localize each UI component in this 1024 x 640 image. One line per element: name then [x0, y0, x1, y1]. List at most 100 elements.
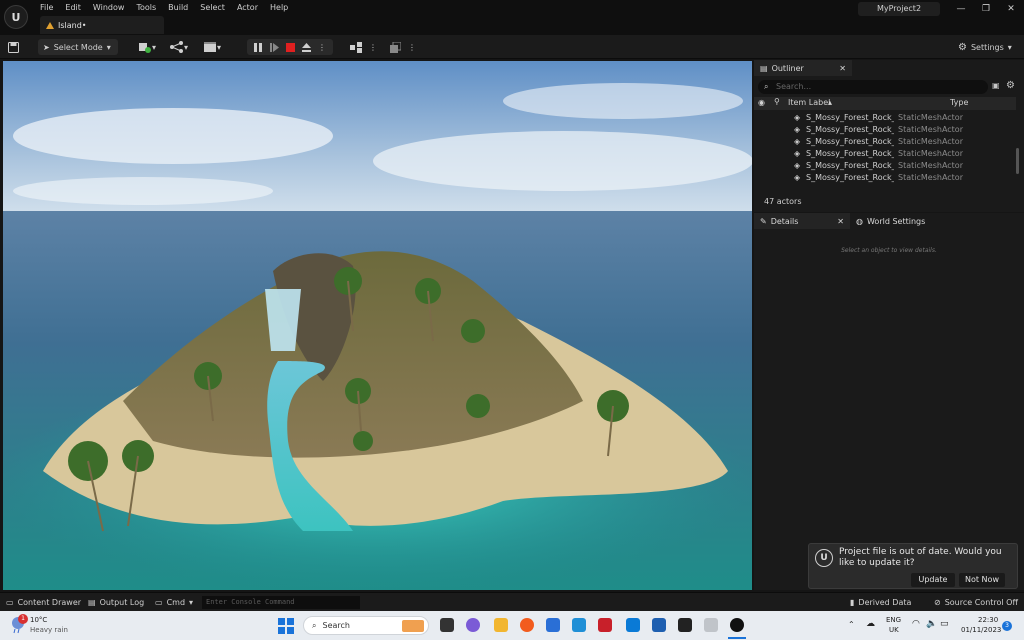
- wifi-icon[interactable]: ◠: [912, 619, 920, 629]
- table-row[interactable]: ◈S_Mossy_Forest_Rock_wd3efd1_lod3StaticM…: [754, 112, 1016, 124]
- select-mode-dropdown[interactable]: ➤ Select Mode ▾: [38, 39, 118, 55]
- console-command-input[interactable]: Enter Console Command: [202, 596, 360, 609]
- task-view-icon[interactable]: [440, 618, 454, 632]
- language-code[interactable]: ENG: [886, 616, 901, 624]
- static-mesh-icon: ◈: [794, 173, 801, 182]
- menu-build[interactable]: Build: [162, 2, 194, 14]
- static-mesh-icon: ◈: [794, 161, 801, 170]
- snipping-tool-icon[interactable]: [704, 618, 718, 632]
- cmd-dropdown[interactable]: ▭ Cmd ▾: [155, 596, 193, 609]
- monitor-app-icon[interactable]: [652, 618, 666, 632]
- stop-icon[interactable]: [285, 42, 295, 52]
- menu-select[interactable]: Select: [194, 2, 231, 14]
- gear-icon: ⚙: [958, 41, 967, 53]
- search-icon: ⌕: [764, 82, 769, 91]
- cortana-app-icon[interactable]: [626, 618, 640, 632]
- table-row[interactable]: ◈S_Mossy_Forest_Rock_wd3efd1_lod3StaticM…: [754, 172, 1016, 184]
- settings-button[interactable]: ⚙ Settings ▾: [958, 39, 1012, 55]
- menu-edit[interactable]: Edit: [59, 2, 87, 14]
- notification-badge[interactable]: 3: [1002, 621, 1012, 631]
- tab-outliner[interactable]: ▤ Outliner ✕: [754, 60, 852, 76]
- cinematics-button[interactable]: ▾: [203, 39, 225, 55]
- cloud-icon[interactable]: ☁: [866, 619, 875, 629]
- tab-world-settings[interactable]: ◍ World Settings: [850, 213, 950, 229]
- level-tab[interactable]: Island•: [40, 16, 164, 34]
- mcafee-icon[interactable]: [598, 618, 612, 632]
- save-icon[interactable]: [8, 39, 22, 55]
- chevron-down-icon: ▾: [1007, 42, 1012, 52]
- derived-data-icon: ▮: [850, 598, 855, 607]
- pin-icon[interactable]: ⚲: [774, 97, 780, 106]
- more-options-icon[interactable]: ⋮: [369, 39, 377, 55]
- outliner-scrollbar[interactable]: [1016, 148, 1019, 174]
- windows-start-icon[interactable]: [278, 618, 294, 634]
- details-hint: Select an object to view details.: [841, 247, 937, 254]
- static-mesh-icon: ◈: [794, 137, 801, 146]
- taskbar-search-label: Search: [322, 621, 350, 630]
- battery-icon[interactable]: ▭: [940, 619, 949, 629]
- details-panel: ✎ Details ✕ ◍ World Settings Select an o…: [754, 213, 1024, 590]
- file-explorer-icon[interactable]: [494, 618, 508, 632]
- close-icon[interactable]: ✕: [1000, 2, 1022, 16]
- tab-details[interactable]: ✎ Details ✕: [754, 213, 850, 229]
- outliner-tab-label: Outliner: [771, 63, 804, 73]
- menu-help[interactable]: Help: [264, 2, 294, 14]
- weather-description: Heavy rain: [30, 626, 68, 634]
- add-content-button[interactable]: ▾: [138, 39, 160, 55]
- clock-date[interactable]: 01/11/2023: [961, 626, 1001, 634]
- step-forward-icon[interactable]: [269, 42, 279, 52]
- language-region[interactable]: UK: [889, 626, 899, 634]
- content-drawer-button[interactable]: ▭ Content Drawer: [6, 596, 81, 609]
- table-row[interactable]: ◈S_Mossy_Forest_Rock_wd3efd1_lod3StaticM…: [754, 136, 1016, 148]
- teams-chat-icon[interactable]: [466, 618, 480, 632]
- l-app-icon[interactable]: [572, 618, 586, 632]
- sequencer-icon[interactable]: [390, 39, 404, 55]
- add-folder-icon[interactable]: ▣: [992, 81, 1000, 90]
- table-row[interactable]: ◈S_Mossy_Forest_Rock_wd3efd1_lod3StaticM…: [754, 148, 1016, 160]
- chevron-down-icon: ▾: [189, 598, 194, 607]
- menu-tools[interactable]: Tools: [130, 2, 162, 14]
- table-row[interactable]: ◈S_Mossy_Forest_Rock_wd3efd1_lod3StaticM…: [754, 160, 1016, 172]
- unreal-editor-taskbar-icon[interactable]: [730, 618, 744, 632]
- more-options-icon[interactable]: ⋮: [317, 42, 327, 52]
- update-button[interactable]: Update: [911, 573, 955, 587]
- clock-time[interactable]: 22:30: [978, 616, 998, 624]
- maximize-icon[interactable]: ❐: [975, 2, 997, 16]
- output-log-button[interactable]: ▤ Output Log: [88, 596, 144, 609]
- close-icon[interactable]: ✕: [837, 217, 844, 226]
- search-icon: ⌕: [312, 620, 317, 630]
- column-type[interactable]: Type: [950, 98, 968, 107]
- microsoft-store-icon[interactable]: [546, 618, 560, 632]
- pause-icon[interactable]: [253, 42, 263, 52]
- firefox-icon[interactable]: [520, 618, 534, 632]
- menu-window[interactable]: Window: [87, 2, 131, 14]
- not-now-button[interactable]: Not Now: [959, 573, 1005, 587]
- table-row[interactable]: ◈S_Mossy_Forest_Rock_wd3efd1_lod3StaticM…: [754, 124, 1016, 136]
- menu-actor[interactable]: Actor: [231, 2, 264, 14]
- level-viewport[interactable]: [3, 61, 752, 590]
- minimize-icon[interactable]: —: [950, 2, 972, 16]
- update-notification: U Project file is out of date. Would you…: [808, 543, 1018, 589]
- static-mesh-icon: ◈: [794, 149, 801, 158]
- eject-icon[interactable]: [301, 42, 311, 52]
- more-options-icon[interactable]: ⋮: [408, 39, 416, 55]
- close-icon[interactable]: ✕: [839, 64, 846, 73]
- level-tab-label: Island•: [58, 20, 87, 30]
- epic-games-icon[interactable]: [678, 618, 692, 632]
- source-control-button[interactable]: ⊘ Source Control Off: [934, 596, 1018, 609]
- blueprint-button[interactable]: ▾: [170, 39, 192, 55]
- column-item-label[interactable]: Item Label: [788, 98, 830, 107]
- outliner-search-input[interactable]: Search...: [758, 80, 988, 94]
- status-bar: ▭ Content Drawer ▤ Output Log ▭ Cmd ▾ En…: [0, 592, 1024, 611]
- cmd-label: Cmd: [166, 598, 186, 607]
- volume-icon[interactable]: 🔈: [926, 619, 937, 629]
- chevron-up-icon[interactable]: ⌃: [848, 620, 855, 629]
- taskbar-search[interactable]: ⌕ Search: [303, 616, 429, 635]
- gear-icon[interactable]: ⚙: [1006, 80, 1015, 91]
- visibility-eye-icon[interactable]: ◉: [758, 98, 765, 107]
- platforms-icon[interactable]: [350, 39, 364, 55]
- settings-label: Settings: [970, 42, 1004, 52]
- menu-file[interactable]: File: [34, 2, 59, 14]
- unreal-logo-icon[interactable]: U: [4, 5, 28, 29]
- derived-data-button[interactable]: ▮ Derived Data: [850, 596, 911, 609]
